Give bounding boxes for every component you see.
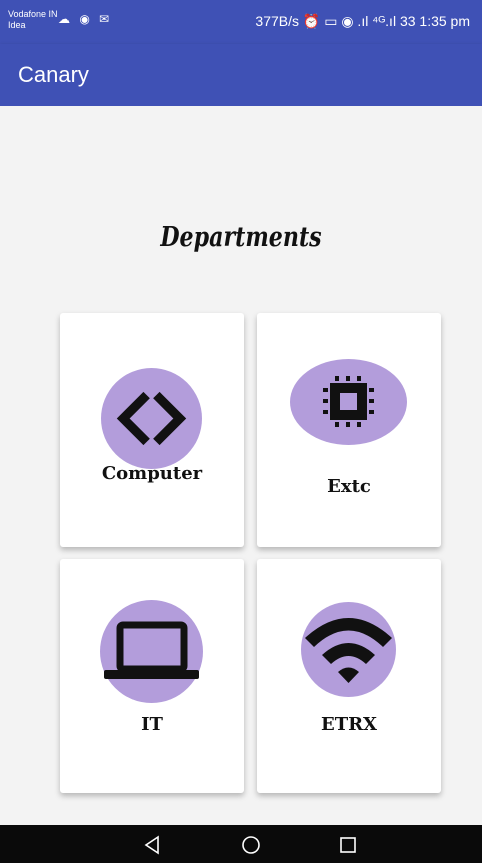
department-label-etrx: ETRX xyxy=(320,714,378,735)
department-label-computer: Computer xyxy=(101,463,203,484)
department-label-it: IT xyxy=(141,714,163,735)
department-card-it[interactable]: IT xyxy=(60,559,244,793)
notification-icons: ☁ ◉ ✉ xyxy=(58,12,113,26)
laptop-icon xyxy=(100,600,203,703)
back-icon[interactable] xyxy=(141,834,163,856)
status-bar: Vodafone IN Idea ☁ ◉ ✉ 377B/s ⏰ ▭ ◉ .ıl … xyxy=(0,0,482,44)
wifi-icon xyxy=(301,602,396,697)
department-card-extc[interactable]: Extc xyxy=(257,313,441,547)
home-icon[interactable] xyxy=(240,834,262,856)
department-label-extc: Extc xyxy=(327,476,371,497)
carrier-name: Vodafone IN xyxy=(8,9,58,19)
carrier-name-secondary: Idea xyxy=(8,20,26,30)
app-title: Canary xyxy=(18,62,89,87)
navigation-bar xyxy=(0,825,482,863)
code-icon xyxy=(101,368,202,469)
status-indicators: 377B/s ⏰ ▭ ◉ .ıl ⁴ᴳ.ıl 33 1:35 pm xyxy=(255,13,470,29)
department-card-etrx[interactable]: ETRX xyxy=(257,559,441,793)
chip-icon xyxy=(290,359,407,445)
recents-icon[interactable] xyxy=(337,834,359,856)
content-area: Departments Computer Extc IT ETRX xyxy=(0,106,482,825)
app-bar: Canary xyxy=(0,44,482,106)
page-title: Departments xyxy=(160,222,322,253)
carrier-info: Vodafone IN Idea xyxy=(8,9,58,31)
department-card-computer[interactable]: Computer xyxy=(60,313,244,547)
